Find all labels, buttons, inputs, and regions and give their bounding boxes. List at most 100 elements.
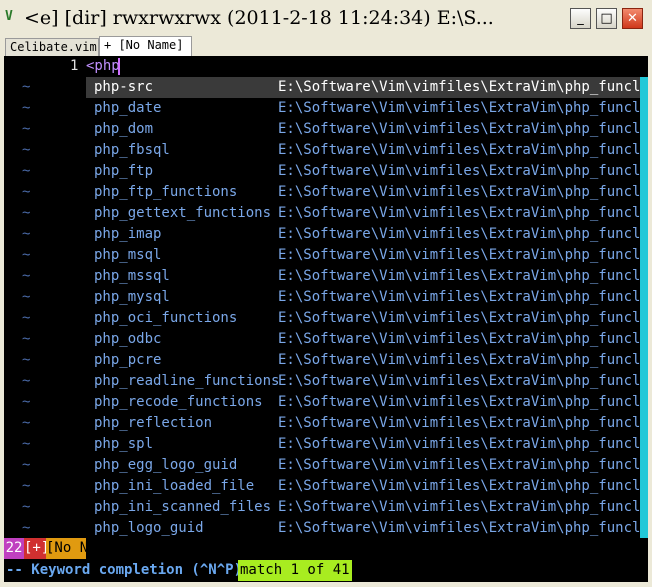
completion-item[interactable]: php_ftp E:\Software\Vim\vimfiles\ExtraVim…	[86, 161, 648, 182]
close-button[interactable]: ✕	[622, 8, 643, 29]
completion-item[interactable]: php_oci_functions E:\Software\Vim\vimfile…	[86, 308, 648, 329]
completion-item[interactable]: php_msql E:\Software\Vim\vimfiles\ExtraVi…	[86, 245, 648, 266]
completion-item[interactable]: php_ftp_functions E:\Software\Vim\vimfile…	[86, 182, 648, 203]
completion-word: php_date	[94, 100, 162, 116]
maximize-button[interactable]: □	[596, 8, 617, 29]
completion-word: php_dom	[94, 121, 154, 137]
completion-word: php_spl	[94, 436, 154, 452]
completion-source-path: E:\Software\Vim\vimfiles\ExtraVim\php_fu…	[278, 499, 648, 515]
completion-word: php_gettext_functions	[94, 205, 272, 221]
completion-source-path: E:\Software\Vim\vimfiles\ExtraVim\php_fu…	[278, 205, 648, 221]
completion-word: php_mysql	[94, 289, 170, 305]
completion-source-path: E:\Software\Vim\vimfiles\ExtraVim\php_fu…	[278, 415, 648, 431]
completion-source-path: E:\Software\Vim\vimfiles\ExtraVim\php_fu…	[278, 436, 648, 452]
completion-word: php_oci_functions	[94, 310, 238, 326]
completion-source-path: E:\Software\Vim\vimfiles\ExtraVim\php_fu…	[278, 142, 648, 158]
tilde-marker: ~	[22, 100, 31, 116]
completion-item[interactable]: php_mysql E:\Software\Vim\vimfiles\ExtraV…	[86, 287, 648, 308]
minimize-button[interactable]: _	[570, 8, 591, 29]
completion-source-path: E:\Software\Vim\vimfiles\ExtraVim\php_fu…	[278, 331, 648, 347]
completion-item[interactable]: php_dom E:\Software\Vim\vimfiles\ExtraVim…	[86, 119, 648, 140]
status-line: 22 [+] [No Name]	[4, 538, 648, 559]
completion-item[interactable]: php_recode_functions E:\Software\Vim\vimf…	[86, 392, 648, 413]
completion-word: php-src	[94, 79, 154, 95]
tilde-marker: ~	[22, 79, 31, 95]
completion-item[interactable]: php_reflection E:\Software\Vim\vimfiles\E…	[86, 413, 648, 434]
completion-item[interactable]: php_spl E:\Software\Vim\vimfiles\ExtraVim…	[86, 434, 648, 455]
tilde-marker: ~	[22, 121, 31, 137]
completion-item[interactable]: php_ini_scanned_files E:\Software\Vim\vim…	[86, 497, 648, 518]
tilde-marker: ~	[22, 331, 31, 347]
tab-bar: Celibate.vim + [No Name]	[0, 36, 652, 56]
tilde-marker: ~	[22, 520, 31, 536]
completion-item[interactable]: php-src E:\Software\Vim\vimfiles\ExtraVim…	[86, 77, 648, 98]
modified-flag: [+]	[24, 538, 49, 559]
completion-popup[interactable]: php-src E:\Software\Vim\vimfiles\ExtraVim…	[86, 77, 648, 538]
completion-source-path: E:\Software\Vim\vimfiles\ExtraVim\php_fu…	[278, 394, 648, 410]
completion-item[interactable]: php_readline_functions E:\Software\Vim\vi…	[86, 371, 648, 392]
tab-no-name[interactable]: + [No Name]	[99, 36, 192, 56]
completion-source-path: E:\Software\Vim\vimfiles\ExtraVim\php_fu…	[278, 289, 648, 305]
completion-item[interactable]: php_mssql E:\Software\Vim\vimfiles\ExtraV…	[86, 266, 648, 287]
tilde-marker: ~	[22, 394, 31, 410]
completion-item[interactable]: php_odbc E:\Software\Vim\vimfiles\ExtraVi…	[86, 329, 648, 350]
tilde-marker: ~	[22, 142, 31, 158]
buffer-number: 22	[4, 538, 24, 559]
completion-source-path: E:\Software\Vim\vimfiles\ExtraVim\php_fu…	[278, 373, 648, 389]
completion-item[interactable]: php_fbsql E:\Software\Vim\vimfiles\ExtraV…	[86, 140, 648, 161]
completion-source-path: E:\Software\Vim\vimfiles\ExtraVim\php_fu…	[278, 352, 648, 368]
tilde-marker: ~	[22, 163, 31, 179]
completion-word: php_pcre	[94, 352, 162, 368]
tilde-marker: ~	[22, 226, 31, 242]
editor-area[interactable]: 1 <php ~~~~~~~~~~~~~~~~~~~~~~~ php-srcE:…	[4, 56, 648, 538]
completion-item[interactable]: php_gettext_functions E:\Software\Vim\vim…	[86, 203, 648, 224]
completion-word: php_egg_logo_guid	[94, 457, 238, 473]
line-number: 1	[70, 58, 79, 74]
completion-source-path: E:\Software\Vim\vimfiles\ExtraVim\php_fu…	[278, 247, 648, 263]
tab-celibate-vim[interactable]: Celibate.vim	[5, 38, 99, 56]
tilde-marker: ~	[22, 184, 31, 200]
completion-item[interactable]: php_egg_logo_guid E:\Software\Vim\vimfile…	[86, 455, 648, 476]
completion-word: php_recode_functions	[94, 394, 263, 410]
tilde-marker: ~	[22, 352, 31, 368]
text-cursor	[118, 58, 120, 75]
completion-word: php_readline_functions	[94, 373, 280, 389]
tilde-marker: ~	[22, 373, 31, 389]
completion-source-path: E:\Software\Vim\vimfiles\ExtraVim\php_fu…	[278, 310, 648, 326]
tilde-marker: ~	[22, 247, 31, 263]
tilde-marker: ~	[22, 310, 31, 326]
title-bar[interactable]: V <e] [dir] rwxrwxrwx (2011-2-18 11:24:3…	[0, 0, 652, 36]
completion-source-path: E:\Software\Vim\vimfiles\ExtraVim\php_fu…	[278, 163, 648, 179]
completion-item[interactable]: php_imap E:\Software\Vim\vimfiles\ExtraVi…	[86, 224, 648, 245]
tilde-marker: ~	[22, 478, 31, 494]
popup-scrollbar[interactable]	[640, 77, 648, 538]
completion-source-path: E:\Software\Vim\vimfiles\ExtraVim\php_fu…	[278, 184, 648, 200]
tilde-marker: ~	[22, 499, 31, 515]
completion-item[interactable]: php_logo_guid E:\Software\Vim\vimfiles\Ex…	[86, 518, 648, 538]
completion-word: php_odbc	[94, 331, 162, 347]
buffer-line-text[interactable]: <php	[86, 56, 120, 77]
tilde-marker: ~	[22, 289, 31, 305]
completion-word: php_imap	[94, 226, 162, 242]
completion-item[interactable]: php_pcre E:\Software\Vim\vimfiles\ExtraVi…	[86, 350, 648, 371]
completion-word: php_msql	[94, 247, 162, 263]
completion-word: php_logo_guid	[94, 520, 204, 536]
vim-icon[interactable]: V	[5, 9, 19, 25]
completion-source-path: E:\Software\Vim\vimfiles\ExtraVim\php_fu…	[278, 478, 648, 494]
completion-source-path: E:\Software\Vim\vimfiles\ExtraVim\php_fu…	[278, 520, 648, 536]
window-title: <e] [dir] rwxrwxrwx (2011-2-18 11:24:34)…	[24, 7, 494, 29]
completion-source-path: E:\Software\Vim\vimfiles\ExtraVim\php_fu…	[278, 268, 648, 284]
completion-item[interactable]: php_ini_loaded_file E:\Software\Vim\vimfi…	[86, 476, 648, 497]
completion-word: php_ini_scanned_files	[94, 499, 272, 515]
completion-word: php_fbsql	[94, 142, 170, 158]
tilde-marker: ~	[22, 415, 31, 431]
completion-source-path: E:\Software\Vim\vimfiles\ExtraVim\php_fu…	[278, 457, 648, 473]
completion-item[interactable]: php_date E:\Software\Vim\vimfiles\ExtraVi…	[86, 98, 648, 119]
tilde-marker: ~	[22, 205, 31, 221]
tilde-marker: ~	[22, 268, 31, 284]
status-file-name: [No Name]	[46, 538, 86, 559]
match-counter: match 1 of 41	[238, 560, 352, 581]
popup-scrollbar-thumb[interactable]	[640, 77, 648, 538]
completion-source-path: E:\Software\Vim\vimfiles\ExtraVim\php_fu…	[278, 121, 648, 137]
completion-word: php_reflection	[94, 415, 213, 431]
